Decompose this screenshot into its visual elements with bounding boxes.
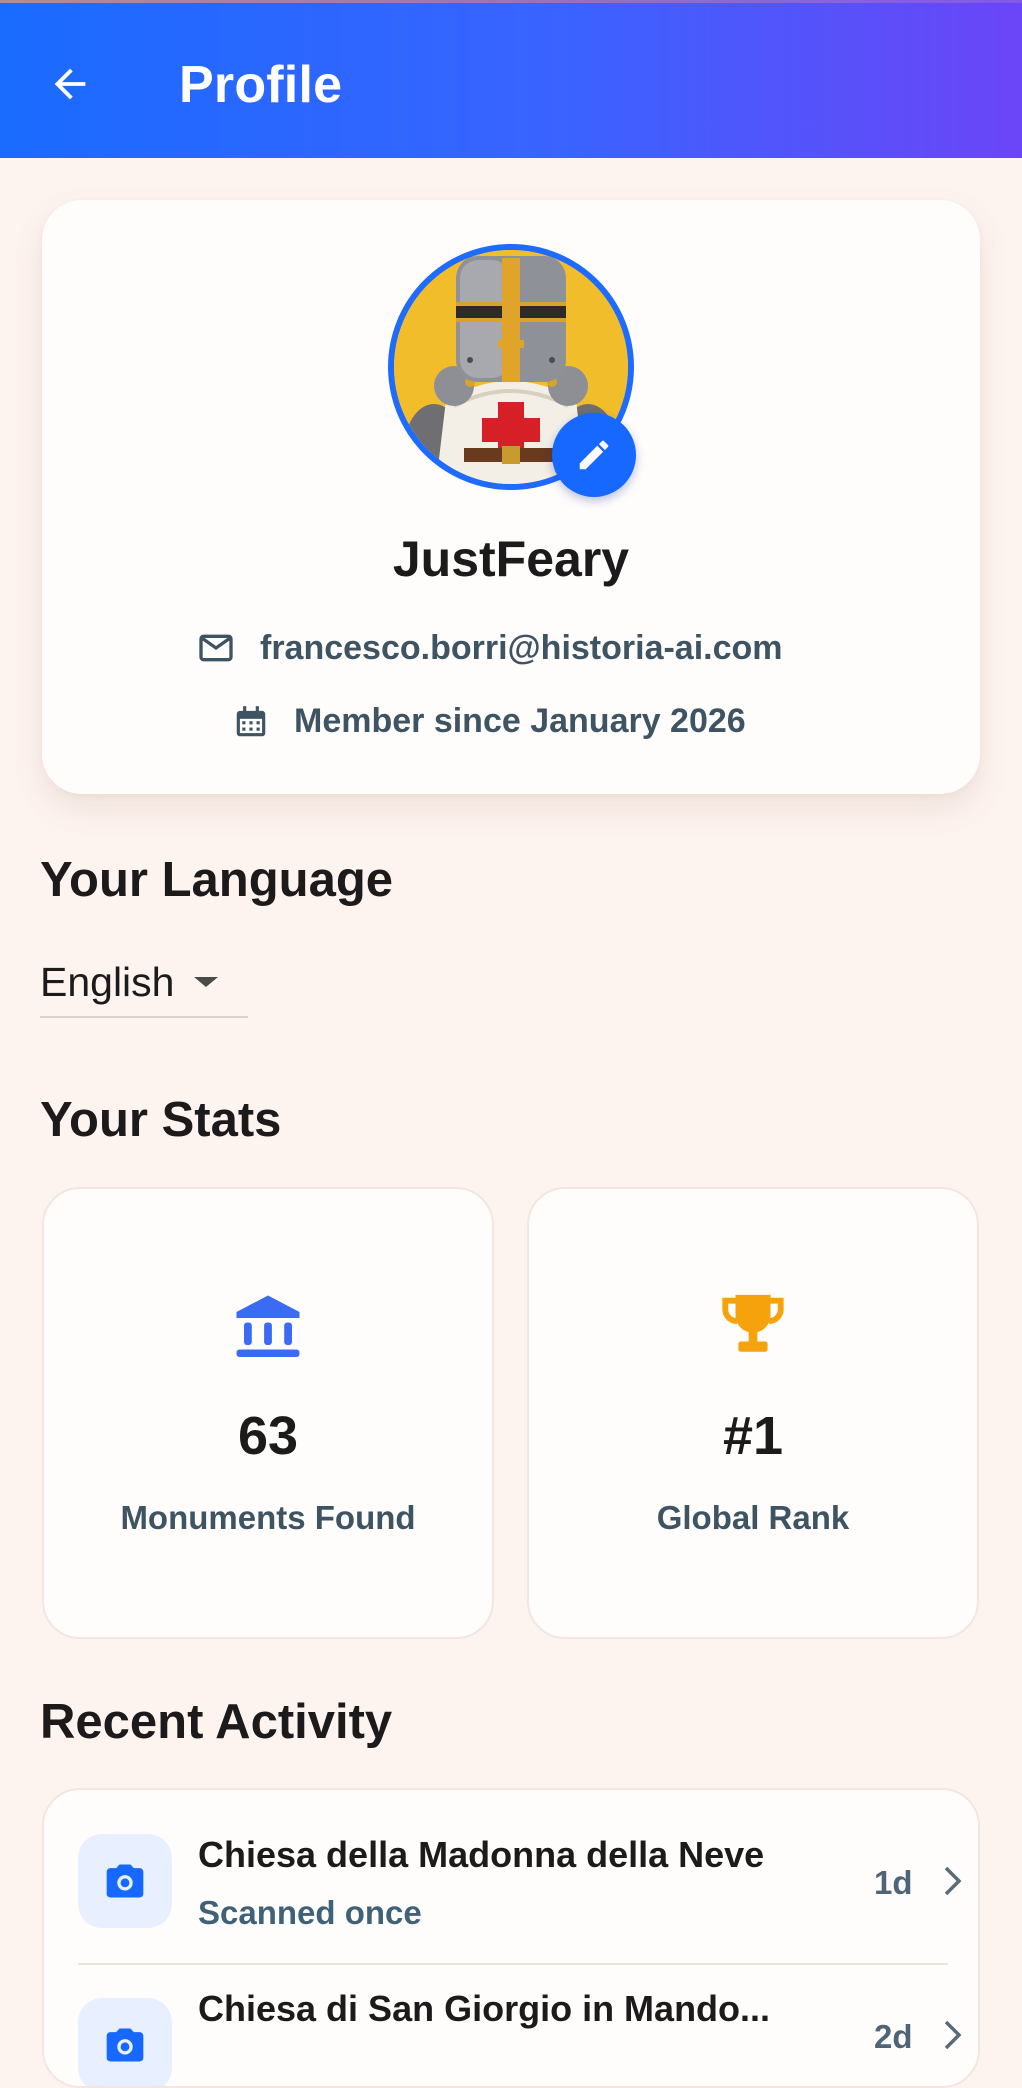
username: JustFeary	[392, 531, 630, 587]
page-title: Profile	[179, 56, 343, 114]
stat-card-rank: #1 Global Rank	[527, 1187, 979, 1639]
language-section-title: Your Language	[40, 853, 394, 907]
activity-time: 2d	[874, 2018, 913, 2055]
email-row: francesco.borri@historia-ai.com	[196, 628, 783, 668]
stat-value: #1	[722, 1406, 784, 1466]
activity-item[interactable]: Chiesa di San Giorgio in Mando... 2d	[44, 1966, 978, 2086]
stats-section-title: Your Stats	[40, 1093, 282, 1147]
calendar-icon	[232, 703, 270, 741]
museum-icon	[44, 1289, 492, 1365]
camera-icon	[78, 1998, 172, 2086]
stat-card-monuments: 63 Monuments Found	[42, 1187, 494, 1639]
stat-label: Global Rank	[656, 1499, 850, 1536]
arrow-left-icon	[54, 68, 86, 100]
activity-divider	[78, 1963, 948, 1965]
pencil-icon	[579, 440, 609, 470]
app-bar-accent-line	[0, 0, 1022, 3]
edit-avatar-button[interactable]	[552, 413, 636, 497]
activity-subtitle: Scanned once	[198, 1894, 422, 1931]
stat-label: Monuments Found	[120, 1499, 416, 1536]
activity-card: Chiesa della Madonna della Neve Scanned …	[42, 1788, 980, 2088]
language-selected-value: English	[40, 958, 175, 1005]
activity-item[interactable]: Chiesa della Madonna della Neve Scanned …	[44, 1790, 978, 1966]
stat-value: 63	[237, 1406, 299, 1466]
chevron-right-icon	[940, 2018, 966, 2052]
back-button[interactable]	[38, 52, 102, 116]
language-dropdown[interactable]: English	[40, 948, 248, 1018]
trophy-icon	[529, 1289, 977, 1359]
app-bar: Profile	[0, 0, 1022, 158]
activity-time: 1d	[874, 1864, 913, 1901]
camera-icon	[78, 1834, 172, 1928]
caret-down-icon	[192, 974, 220, 990]
activity-title: Chiesa della Madonna della Neve	[198, 1834, 765, 1875]
chevron-right-icon	[940, 1864, 966, 1898]
mail-icon	[196, 628, 236, 668]
member-since-row: Member since January 2026	[232, 702, 746, 741]
activity-title: Chiesa di San Giorgio in Mando...	[198, 1988, 771, 2029]
email-text: francesco.borri@historia-ai.com	[260, 628, 783, 667]
member-since-text: Member since January 2026	[294, 702, 746, 740]
activity-section-title: Recent Activity	[40, 1695, 393, 1749]
